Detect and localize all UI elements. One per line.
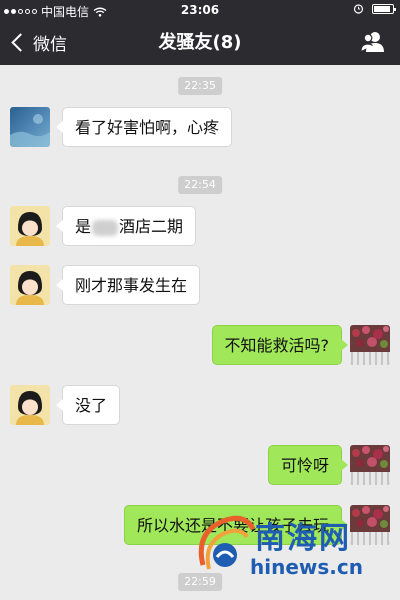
watermark-name: 南海网 [255,521,351,556]
message-bubble[interactable]: 不知能救活吗? [211,325,348,365]
alarm-icon [353,4,364,14]
message-text: 看了好害怕啊，心疼 [75,118,220,137]
blurred-text [92,219,119,236]
message-bubble[interactable]: 看了好害怕啊，心疼 [55,107,233,147]
message-text: 刚才那事发生在 [75,276,188,295]
message-text: 不知能救活吗? [224,336,330,355]
navigation-bar: 微信 发骚友(8) [0,20,400,65]
message-text-part: 是 [75,217,92,236]
message-bubble[interactable]: 没了 [55,385,121,425]
status-bar: 中国电信 23:06 [0,0,400,20]
cartoon-girl-avatar[interactable] [10,385,50,425]
message-bubble[interactable]: 刚才那事发生在 [55,265,201,305]
watermark-url: hinews.cn [250,555,363,579]
message-bubble[interactable]: 是 酒店二期 [55,206,197,246]
chat-title: 发骚友(8) [158,32,242,53]
flowers-photo-avatar[interactable] [350,445,390,485]
clock: 23:06 [180,3,220,17]
message-bubble[interactable]: 可怜呀 [267,445,349,485]
message-text: 可怜呀 [280,456,329,475]
ocean-photo-avatar[interactable] [10,107,50,147]
hinews-watermark: 南海网 hinews.cn [195,495,395,595]
flowers-photo-avatar[interactable] [350,325,390,365]
message-text-part: 酒店二期 [119,217,184,236]
timestamp: 22:35 [178,77,222,95]
group-members-icon[interactable] [360,30,386,54]
hinews-logo-icon [198,515,256,570]
cartoon-girl-avatar[interactable] [10,265,50,305]
message-text: 没了 [75,396,108,415]
battery-icon [372,3,396,14]
timestamp: 22:54 [178,176,222,194]
cartoon-girl-avatar[interactable] [10,206,50,246]
